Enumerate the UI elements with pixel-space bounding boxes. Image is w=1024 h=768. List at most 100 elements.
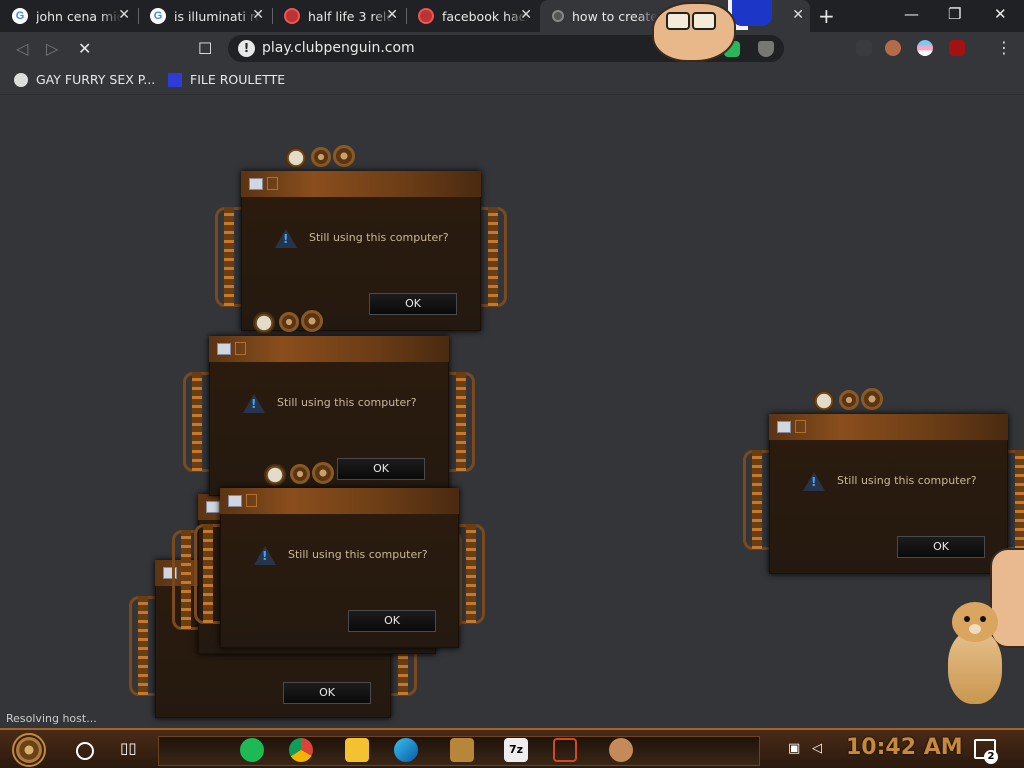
app-icon[interactable] — [553, 738, 577, 762]
tab-title: how to create — [572, 8, 658, 24]
game-icon[interactable] — [450, 738, 474, 762]
stop-loading-button[interactable]: ✕ — [78, 39, 91, 58]
hamster-eye — [964, 616, 970, 622]
glasses-icon — [692, 12, 716, 30]
dialog-message: Still using this computer? — [837, 474, 977, 487]
7zip-icon[interactable]: 7z — [504, 738, 528, 762]
notification-badge: 2 — [984, 750, 998, 764]
info-icon: ! — [243, 394, 265, 414]
avatar-extension-icon[interactable] — [885, 40, 901, 56]
gear-icon — [312, 462, 334, 484]
taskbar-clock[interactable]: 10:42 AM — [846, 735, 963, 760]
window-icon — [206, 501, 220, 513]
maximize-button[interactable]: ❐ — [948, 5, 961, 23]
tab-close-icon[interactable]: ✕ — [792, 7, 804, 23]
tab-close-icon[interactable]: ✕ — [386, 7, 398, 23]
info-icon: ! — [254, 546, 276, 566]
lock-icon — [246, 494, 257, 507]
not-secure-icon[interactable]: ! — [238, 40, 255, 57]
dialog-message: Still using this computer? — [309, 231, 449, 244]
taskbar: ▯▯ 7z ▣ ◁ 10:42 AM 2 — [0, 728, 1024, 768]
edge-icon[interactable] — [394, 738, 418, 762]
character-icon[interactable] — [609, 738, 633, 762]
gauge-icon — [813, 390, 835, 412]
hamster-snout — [969, 624, 981, 634]
ok-button[interactable]: OK — [283, 682, 371, 704]
bookmark-label: GAY FURRY SEX P... — [36, 72, 156, 87]
gear-icon — [311, 147, 331, 167]
gear-decoration — [230, 462, 350, 488]
google-icon: G — [12, 8, 28, 24]
info-icon: ! — [275, 229, 297, 249]
gear-icon — [290, 464, 310, 484]
tab-half-life[interactable]: half life 3 release ✕ — [272, 0, 406, 32]
dialog-message: Still using this computer? — [288, 548, 428, 561]
tab-facebook-hack[interactable]: facebook hack ✕ — [406, 0, 540, 32]
browser-toolbar: ◁ ▷ ✕ ☐ ! play.clubpenguin.com ⋮ — [0, 32, 1024, 66]
chrome-menu-button[interactable]: ⋮ — [996, 38, 1012, 57]
task-view-icon[interactable]: ▯▯ — [120, 739, 137, 757]
tab-john-cena[interactable]: G john cena midget ✕ — [0, 0, 138, 32]
window-icon — [217, 343, 231, 355]
bookmark-label: FILE ROULETTE — [190, 72, 286, 87]
ok-button[interactable]: OK — [348, 610, 436, 632]
tab-strip: G john cena midget ✕ G is illuminati rea… — [0, 0, 1024, 32]
gear-decoration — [251, 145, 371, 171]
bookmarks-bar: GAY FURRY SEX P... FILE ROULETTE — [0, 66, 1024, 95]
window-icon — [777, 421, 791, 433]
gauge-icon — [285, 147, 307, 169]
start-button[interactable] — [12, 733, 46, 767]
hamster-icon — [944, 602, 1006, 706]
gear-decoration — [779, 388, 899, 414]
alert-dialog: ! Still using this computer? OK — [194, 462, 485, 648]
extension-icon[interactable] — [856, 40, 872, 56]
window-icon — [228, 495, 242, 507]
ok-button[interactable]: OK — [897, 536, 985, 558]
hamster-head — [952, 602, 998, 642]
gear-icon — [861, 388, 883, 410]
bookmark-item[interactable]: GAY FURRY SEX P... — [14, 72, 155, 87]
forward-button[interactable]: ▷ — [46, 39, 58, 58]
bookmark-item[interactable]: FILE ROULETTE — [168, 72, 285, 87]
mft-icon — [168, 72, 182, 87]
lock-icon — [267, 177, 278, 190]
gauge-icon — [253, 312, 275, 334]
ok-button[interactable]: OK — [337, 458, 425, 480]
bookmark-star-button[interactable]: ☐ — [198, 39, 212, 58]
tab-illuminati[interactable]: G is illuminati real ✕ — [138, 0, 272, 32]
lock-icon — [795, 420, 806, 433]
close-window-button[interactable]: ✕ — [994, 5, 1007, 23]
globe-icon — [14, 72, 28, 87]
network-icon[interactable]: ▣ — [788, 741, 800, 756]
url-text: play.clubpenguin.com — [262, 40, 415, 56]
ublock-icon[interactable] — [949, 40, 965, 56]
tab-close-icon[interactable]: ✕ — [118, 7, 130, 23]
glasses-icon — [666, 12, 690, 30]
new-tab-button[interactable]: + — [818, 4, 835, 28]
tab-title: is illuminati real — [174, 8, 260, 24]
tab-close-icon[interactable]: ✕ — [520, 7, 532, 23]
alert-dialog: ! Still using this computer? OK — [215, 145, 507, 331]
status-bubble: Resolving host... — [0, 709, 103, 728]
flag-extension-icon[interactable] — [917, 40, 933, 56]
loading-icon — [552, 10, 564, 22]
lock-icon — [235, 342, 246, 355]
volume-muted-icon[interactable]: ◁ — [812, 741, 822, 756]
gear-icon — [839, 390, 859, 410]
ok-button[interactable]: OK — [369, 293, 457, 315]
shield-icon[interactable] — [758, 41, 774, 57]
chrome-icon[interactable] — [289, 738, 313, 762]
spotify-icon[interactable] — [240, 738, 264, 762]
tab-close-icon[interactable]: ✕ — [252, 7, 264, 23]
gear-icon — [279, 312, 299, 332]
cortana-icon[interactable] — [76, 742, 94, 760]
tab-title: john cena midget — [36, 8, 122, 24]
back-button[interactable]: ◁ — [16, 39, 28, 58]
gauge-icon — [264, 464, 286, 486]
valve-icon — [418, 8, 434, 24]
minimize-button[interactable]: — — [904, 5, 919, 23]
tab-title: facebook hack — [442, 8, 528, 24]
file-explorer-icon[interactable] — [345, 738, 369, 762]
gear-icon — [301, 310, 323, 332]
info-icon: ! — [803, 472, 825, 492]
